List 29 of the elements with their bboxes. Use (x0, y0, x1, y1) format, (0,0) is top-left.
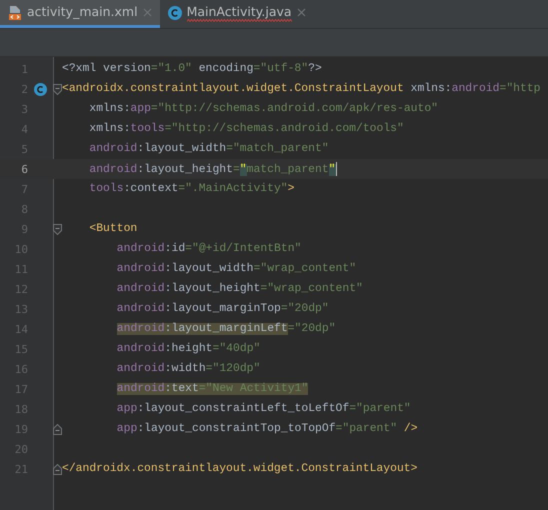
code-line: <androidx.constraintlayout.widget.ConstraintLayout xmlns:android="http (62, 83, 541, 95)
code-line: app:layout_constraintTop_toTopOf="parent" /> (116, 423, 418, 435)
code-line: xmlns:tools="http://schemas.android.com/tools" (89, 123, 404, 135)
code-line: <?xml version="1.0" encoding="utf-8"?> (62, 63, 322, 75)
code-line: android:width="120dp" (116, 363, 260, 375)
close-icon[interactable] (296, 8, 306, 17)
xml-file-icon (8, 4, 22, 20)
code-line: android:layout_height="match_parent" (89, 162, 337, 176)
class-icon (34, 82, 46, 96)
code-line: android:layout_marginTop="20dp" (116, 303, 329, 315)
line-number: 6 (20, 162, 28, 176)
code-line: </androidx.constraintlayout.widget.ConstraintLayout> (62, 463, 418, 475)
class-icon (168, 6, 182, 20)
code-line: android:height="40dp" (116, 343, 260, 355)
code-line: xmlns:app="http://schemas.android.com/apk/res-auto" (89, 103, 438, 115)
code-line: <Button (89, 223, 138, 235)
code-line: tools:context=".MainActivity"> (89, 183, 294, 195)
code-line: android:layout_height="wrap_content" (116, 283, 363, 295)
editor-tab[interactable]: activity_main.xml (0, 0, 160, 28)
code-line: android:layout_width="wrap_content" (116, 263, 356, 275)
fold-marker-icon[interactable] (52, 224, 62, 234)
fold-marker-icon[interactable] (52, 464, 62, 474)
fold-marker-icon[interactable] (52, 424, 62, 434)
fold-marker-icon[interactable] (52, 84, 62, 94)
code-line: app:layout_constraintLeft_toLeftOf="parent" (116, 403, 411, 415)
code-line: android:layout_width="match_parent" (89, 143, 329, 155)
editor-tab[interactable]: MainActivity.java (160, 0, 314, 28)
code-line: android:id="@+id/IntentBtn" (116, 243, 302, 255)
code-line: android:layout_marginLeft="20dp" (116, 323, 336, 335)
